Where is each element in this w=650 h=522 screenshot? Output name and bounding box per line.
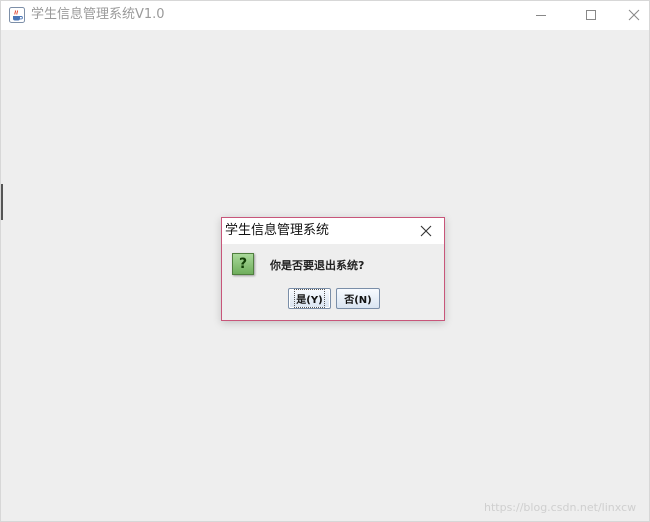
dialog-message: 你是否要退出系统? xyxy=(270,259,365,272)
close-icon xyxy=(420,222,432,241)
window-title: 学生信息管理系统V1.0 xyxy=(31,7,165,22)
watermark: https://blog.csdn.net/linxcw xyxy=(484,501,637,514)
no-button-label: 否(N) xyxy=(344,295,372,306)
close-button[interactable] xyxy=(618,1,649,30)
maximize-icon xyxy=(585,6,597,25)
dialog-title: 学生信息管理系统 xyxy=(225,223,330,238)
confirm-exit-dialog: 学生信息管理系统 ? 你是否要退出系统? 是(Y) 否(N) xyxy=(221,217,445,321)
no-button[interactable]: 否(N) xyxy=(336,288,380,309)
yes-button-label: 是(Y) xyxy=(294,289,325,308)
question-icon: ? xyxy=(232,253,254,275)
minimize-icon xyxy=(535,6,547,25)
dialog-close-button[interactable] xyxy=(417,222,435,240)
yes-button[interactable]: 是(Y) xyxy=(288,288,331,309)
title-bar[interactable]: 学生信息管理系统V1.0 xyxy=(1,1,649,30)
java-coffee-icon[interactable] xyxy=(9,7,25,23)
close-icon xyxy=(628,6,640,25)
dialog-title-bar[interactable]: 学生信息管理系统 xyxy=(222,218,444,244)
maximize-button[interactable] xyxy=(568,1,614,30)
window-edge-mark xyxy=(1,184,3,220)
minimize-button[interactable] xyxy=(518,1,564,30)
